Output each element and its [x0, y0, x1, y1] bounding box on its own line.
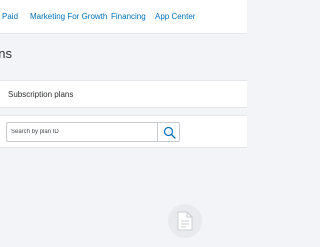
- page-header: ons: [0, 34, 247, 74]
- tab-bar: Subscription plans: [0, 80, 247, 108]
- magnifier-icon: [163, 126, 176, 139]
- nav-link-financing[interactable]: Financing: [111, 12, 146, 22]
- tab-subscription-plans[interactable]: Subscription plans: [8, 90, 73, 100]
- nav-link-paid[interactable]: Paid: [2, 12, 18, 22]
- top-navigation: Paid Marketing For Growth Financing App …: [0, 0, 247, 34]
- search-button[interactable]: [157, 122, 180, 142]
- search-input[interactable]: [6, 122, 158, 142]
- nav-link-marketing-for-growth[interactable]: Marketing For Growth: [30, 12, 107, 22]
- page-title: ons: [0, 46, 12, 61]
- search-panel: [0, 115, 247, 148]
- empty-state-icon: [168, 204, 202, 238]
- nav-link-app-center[interactable]: App Center: [155, 12, 195, 22]
- document-icon: [177, 211, 193, 231]
